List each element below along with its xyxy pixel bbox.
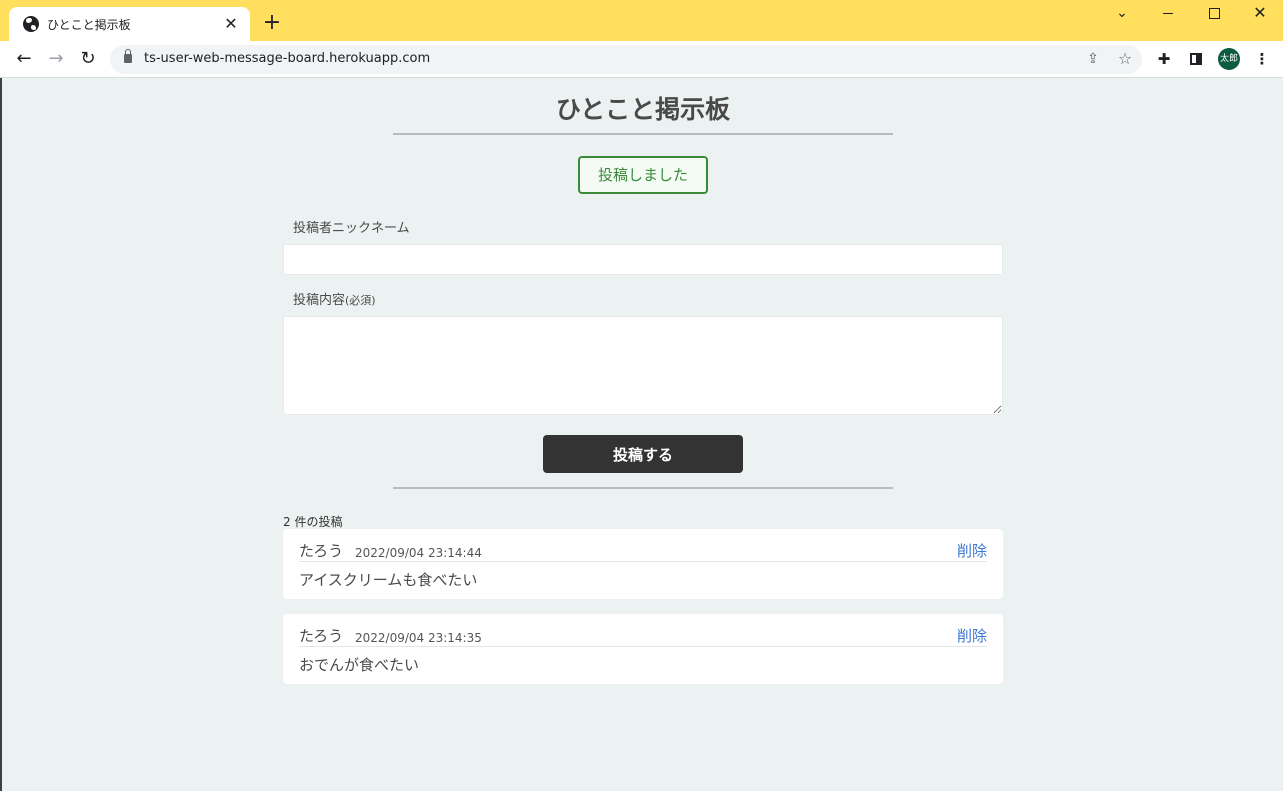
body-textarea[interactable] [283,316,1003,415]
globe-icon [23,16,39,32]
reload-icon[interactable]: ↻ [77,48,99,70]
browser-toolbar: ← → ↻ ts-user-web-message-board.herokuap… [0,41,1283,78]
post-author: たろう [299,627,344,645]
browser-titlebar: ひとこと掲示板 ✕ + ⌄ ✕ [0,0,1283,41]
window-left-edge [0,78,2,791]
nickname-label: 投稿者ニックネーム [293,221,410,236]
address-url[interactable]: ts-user-web-message-board.herokuapp.com [144,51,430,66]
post-body: おでんが食べたい [299,656,420,674]
delete-post-link[interactable]: 削除 [957,540,987,561]
bookmark-star-icon[interactable]: ☆ [1115,49,1135,69]
post-count: 2 件の投稿 [283,515,343,529]
lock-icon[interactable] [124,49,132,63]
delete-post-link[interactable]: 削除 [957,625,987,646]
page-title: ひとこと掲示板 [555,95,731,124]
browser-tab[interactable]: ひとこと掲示板 ✕ [9,7,250,41]
tab-close-icon[interactable]: ✕ [222,15,240,33]
body-required-note: (必須) [345,294,376,307]
minimize-icon[interactable] [1157,4,1179,22]
post-divider [299,646,987,647]
submit-post-button[interactable]: 投稿する [543,435,743,473]
maximize-icon[interactable] [1203,4,1225,22]
divider-top [393,133,893,135]
post-timestamp: 2022/09/04 23:14:35 [355,631,482,645]
back-arrow-icon[interactable]: ← [13,48,35,70]
nickname-input[interactable] [283,244,1003,275]
post-item: たろう 2022/09/04 23:14:35 削除 おでんが食べたい [283,614,1003,684]
post-timestamp: 2022/09/04 23:14:44 [355,546,482,560]
post-divider [299,561,987,562]
tab-title: ひとこと掲示板 [47,17,131,32]
post-item: たろう 2022/09/04 23:14:44 削除 アイスクリームも食べたい [283,529,1003,599]
share-icon[interactable]: ⇪ [1083,49,1103,69]
browser-menu-icon[interactable]: ⋮ [1252,49,1272,69]
body-label-text: 投稿内容 [293,293,346,308]
post-body: アイスクリームも食べたい [299,571,478,589]
flash-message: 投稿しました [578,156,708,194]
body-label: 投稿内容(必須) [293,289,376,308]
side-panel-icon[interactable] [1186,49,1206,69]
tab-search-chevron-icon[interactable]: ⌄ [1111,4,1133,22]
post-author: たろう [299,542,344,560]
new-tab-button[interactable]: + [261,12,283,34]
forward-arrow-icon[interactable]: → [45,48,67,70]
extensions-puzzle-icon[interactable]: ✚ [1154,49,1174,69]
window-close-icon[interactable]: ✕ [1249,4,1271,22]
address-bar[interactable]: ts-user-web-message-board.herokuapp.com … [110,45,1142,74]
profile-avatar[interactable]: 太郎 [1218,48,1240,70]
divider-middle [393,487,893,489]
